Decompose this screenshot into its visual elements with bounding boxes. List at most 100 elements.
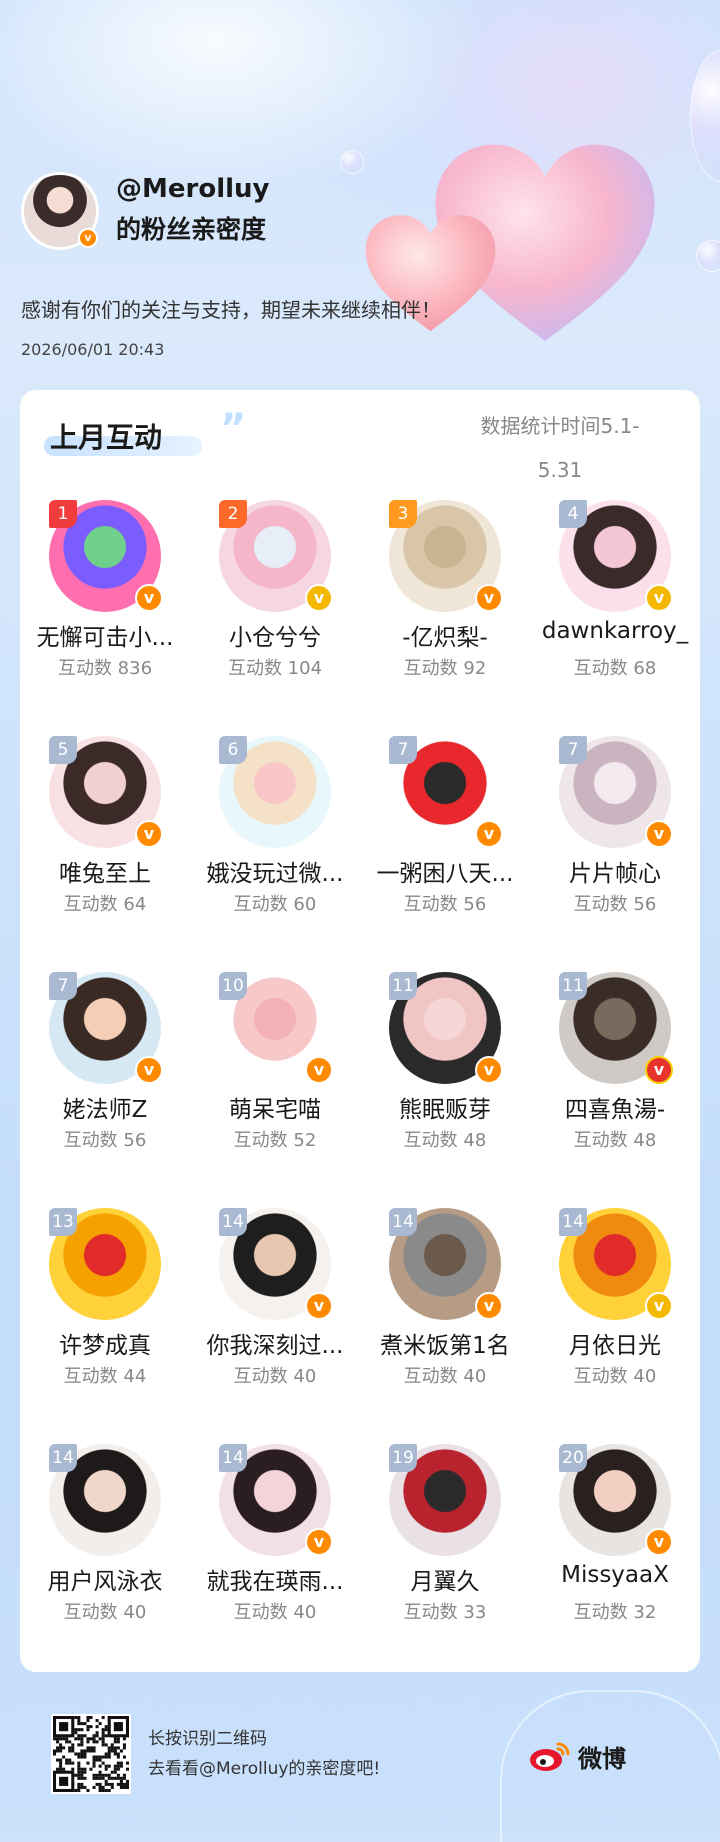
user-cell[interactable]: 13 许梦成真 互动数 44	[20, 1208, 190, 1408]
user-cell[interactable]: 3 v -亿炽梨- 互动数 92	[360, 500, 530, 700]
user-cell[interactable]: 14 v 你我深刻过... 互动数 40	[190, 1208, 360, 1408]
quote-icon: ”	[220, 406, 246, 452]
user-cell[interactable]: 1 v 无懈可击小... 互动数 836	[20, 500, 190, 700]
interaction-count: 互动数 56	[63, 1130, 147, 1151]
rank-badge: 6	[219, 736, 247, 764]
interaction-count: 互动数 33	[403, 1602, 487, 1623]
user-cell[interactable]: 11 v 四喜魚湯- 互动数 48	[530, 972, 700, 1172]
user-name[interactable]: 用户风泳衣	[20, 1562, 190, 1596]
user-name[interactable]: 片片帧心	[530, 854, 700, 888]
verified-icon: v	[645, 1528, 673, 1556]
user-name[interactable]: 小仓兮兮	[190, 618, 360, 652]
interaction-count: 互动数 52	[233, 1130, 317, 1151]
interaction-count: 互动数 56	[573, 894, 657, 915]
rank-badge: 7	[559, 736, 587, 764]
verified-icon: v	[305, 584, 333, 612]
user-cell[interactable]: 5 v 唯兔至上 互动数 64	[20, 736, 190, 936]
rank-badge: 11	[559, 972, 587, 1000]
interaction-count: 互动数 56	[403, 894, 487, 915]
rank-badge: 14	[49, 1444, 77, 1472]
rank-badge: 3	[389, 500, 417, 528]
user-name[interactable]: MissyaaX	[530, 1562, 700, 1588]
interaction-count: 互动数 48	[403, 1130, 487, 1151]
verified-icon: v	[475, 820, 503, 848]
interaction-count: 互动数 40	[233, 1366, 317, 1387]
stats-period: 数据统计时间5.1-5.31	[480, 414, 640, 482]
verified-icon: v	[135, 1056, 163, 1084]
user-cell[interactable]: 2 v 小仓兮兮互动数 104	[190, 500, 360, 700]
user-name[interactable]: 萌呆宅喵	[190, 1090, 360, 1124]
interaction-count: 互动数 40	[63, 1602, 147, 1623]
rank-badge: 2	[219, 500, 247, 528]
user-handle[interactable]: @Merolluy	[116, 174, 269, 204]
rank-badge: 20	[559, 1444, 587, 1472]
user-name[interactable]: 煮米饭第1名	[360, 1326, 530, 1360]
user-cell[interactable]: 11 v 熊眠贩芽 互动数 48	[360, 972, 530, 1172]
rank-badge: 13	[49, 1208, 77, 1236]
weibo-icon	[530, 1742, 570, 1771]
user-name[interactable]: 月翼久	[360, 1562, 530, 1596]
verified-icon: v	[135, 584, 163, 612]
user-cell[interactable]: 6 娥没玩过微... 互动数 60	[190, 736, 360, 936]
verified-icon: v	[305, 1056, 333, 1084]
header: v @Merolluy 的粉丝亲密度 感谢有你们的关注与支持，期望未来继续相伴！…	[0, 0, 720, 390]
rank-badge: 14	[219, 1444, 247, 1472]
rank-badge: 5	[49, 736, 77, 764]
rank-badge: 1	[49, 500, 77, 528]
user-name[interactable]: 熊眠贩芽	[360, 1090, 530, 1124]
user-name[interactable]: 就我在瑛雨...	[190, 1562, 360, 1596]
interaction-count: 互动数 104	[227, 658, 323, 679]
rank-badge: 4	[559, 500, 587, 528]
verified-icon: v	[645, 584, 673, 612]
interaction-count: 互动数 48	[573, 1130, 657, 1151]
user-cell[interactable]: 4 v dawnkarroy_ 互动数 68	[530, 500, 700, 700]
interaction-count: 互动数 836	[57, 658, 153, 679]
user-cell[interactable]: 7 v 片片帧心互动数 56	[530, 736, 700, 936]
verified-icon: v	[645, 1292, 673, 1320]
rank-badge: 19	[389, 1444, 417, 1472]
verified-icon: v	[305, 1292, 333, 1320]
verified-icon: v	[645, 820, 673, 848]
user-name[interactable]: 唯兔至上	[20, 854, 190, 888]
user-cell[interactable]: 10 v 萌呆宅喵互动数 52	[190, 972, 360, 1172]
qr-code[interactable]	[51, 1714, 131, 1794]
interaction-count: 互动数 60	[233, 894, 317, 915]
interaction-count: 互动数 92	[403, 658, 487, 679]
user-cell[interactable]: 7 v 姥法师Z 互动数 56	[20, 972, 190, 1172]
user-name[interactable]: 娥没玩过微...	[190, 854, 360, 888]
user-cell[interactable]: 14 v 就我在瑛雨... 互动数 40	[190, 1444, 360, 1644]
user-name[interactable]: 许梦成真	[20, 1326, 190, 1360]
rank-badge: 10	[219, 972, 247, 1000]
user-cell[interactable]: 14 v 煮米饭第1名 互动数 40	[360, 1208, 530, 1408]
interaction-count: 互动数 40	[403, 1366, 487, 1387]
interaction-count: 互动数 40	[233, 1602, 317, 1623]
user-name[interactable]: 姥法师Z	[20, 1090, 190, 1124]
footer-link-text: 去看看@Merolluy的亲密度吧!	[148, 1759, 381, 1779]
user-name[interactable]: 四喜魚湯-	[530, 1090, 700, 1124]
rank-badge: 7	[389, 736, 417, 764]
weibo-logo: 微博	[528, 1736, 626, 1776]
rank-badge: 14	[559, 1208, 587, 1236]
user-name[interactable]: 无懈可击小...	[20, 618, 190, 652]
user-name[interactable]: 你我深刻过...	[190, 1326, 360, 1360]
user-name[interactable]: 月依日光	[530, 1326, 700, 1360]
user-cell[interactable]: 7 v 一粥困八天... 互动数 56	[360, 736, 530, 936]
interaction-count: 互动数 64	[63, 894, 147, 915]
interaction-count: 互动数 40	[573, 1366, 657, 1387]
user-name[interactable]: 一粥困八天...	[360, 854, 530, 888]
user-cell[interactable]: 14 用户风泳衣互动数 40	[20, 1444, 190, 1644]
user-cell[interactable]: 20 v MissyaaX 互动数 32	[530, 1444, 700, 1644]
interaction-count: 互动数 68	[573, 658, 657, 679]
user-cell[interactable]: 14 v 月依日光互动数 40	[530, 1208, 700, 1408]
verified-icon: v	[78, 228, 98, 248]
rank-badge: 7	[49, 972, 77, 1000]
user-cell[interactable]: 19 月翼久互动数 33	[360, 1444, 530, 1644]
rank-badge: 14	[219, 1208, 247, 1236]
user-name[interactable]: -亿炽梨-	[360, 618, 530, 652]
user-name[interactable]: dawnkarroy_	[530, 618, 700, 644]
verified-icon: v	[645, 1056, 673, 1084]
page-title: 的粉丝亲密度	[116, 215, 267, 244]
rank-badge: 14	[389, 1208, 417, 1236]
brand-name: 微博	[578, 1743, 626, 1773]
thanks-message: 感谢有你们的关注与支持，期望未来继续相伴！	[21, 298, 441, 322]
